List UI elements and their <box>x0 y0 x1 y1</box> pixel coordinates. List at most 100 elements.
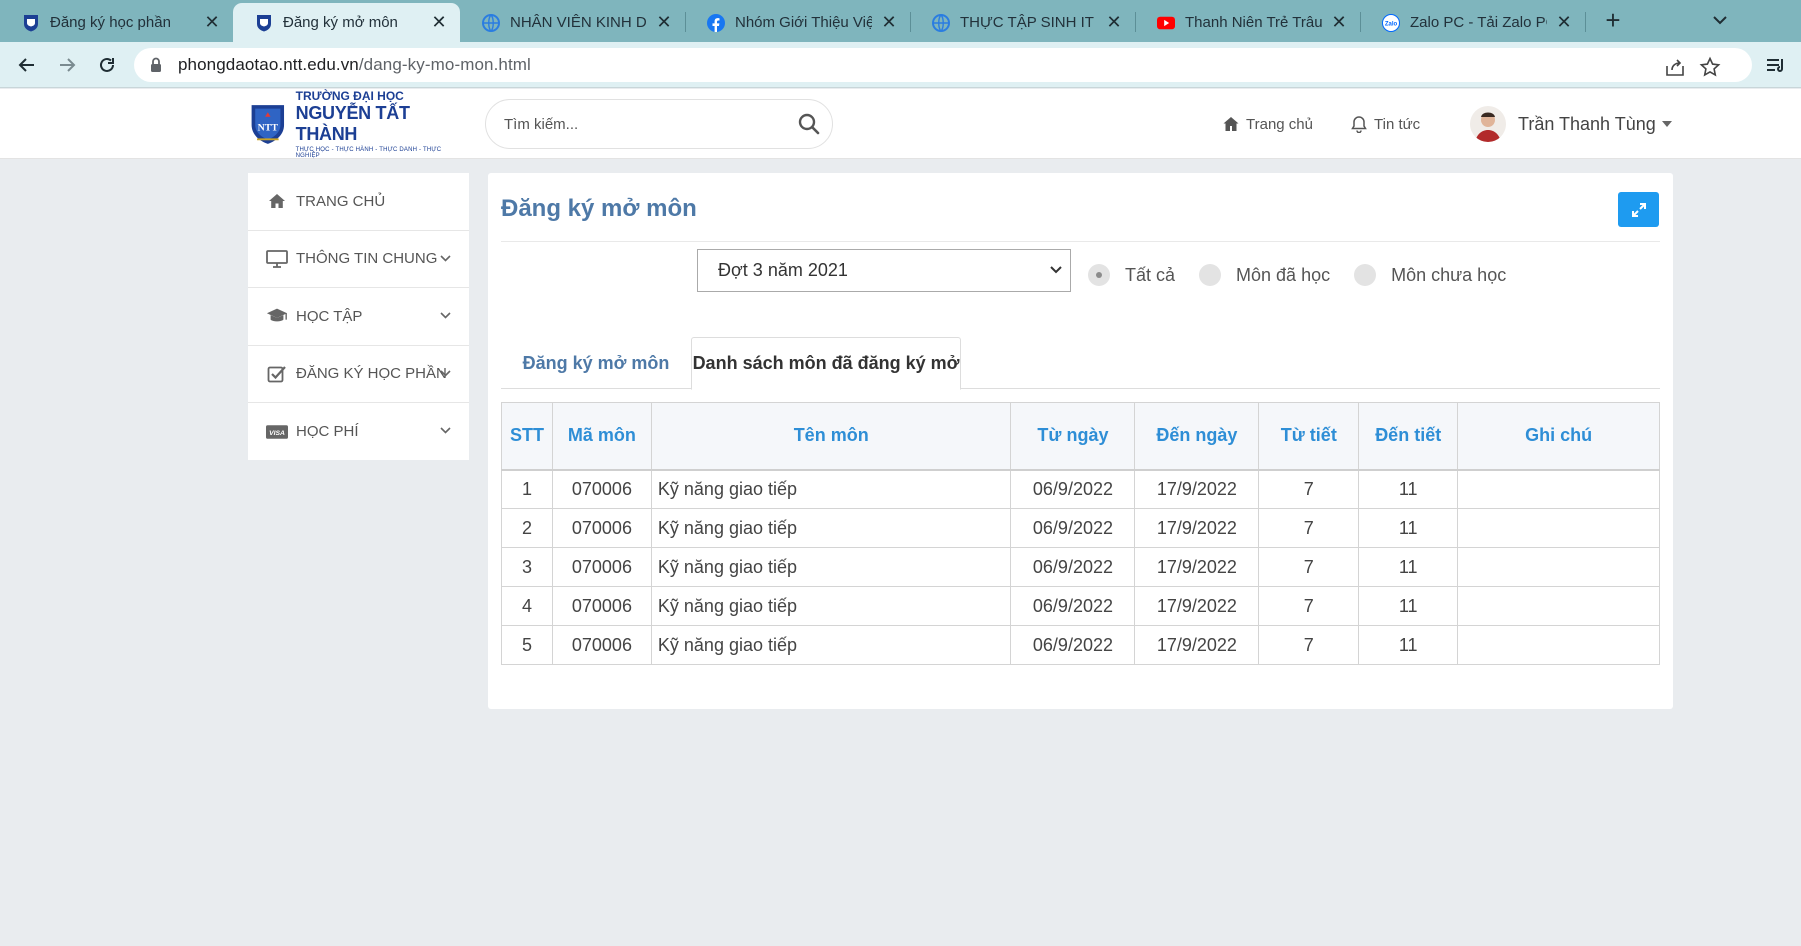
lock-icon[interactable] <box>150 57 164 73</box>
search-icon[interactable] <box>798 113 820 135</box>
chevron-down-icon <box>440 254 451 262</box>
school-crest-icon: NTT <box>251 105 285 144</box>
search-input[interactable] <box>504 115 774 133</box>
youtube-icon <box>1157 14 1175 32</box>
chevron-down-icon <box>440 369 451 377</box>
radio-button[interactable] <box>1354 264 1377 286</box>
radio-all[interactable]: Tất cả <box>1088 264 1175 286</box>
fullscreen-button[interactable] <box>1618 192 1659 227</box>
close-icon[interactable]: ✕ <box>1105 12 1123 33</box>
browser-tab-1[interactable]: Đăng ký mở môn ✕ <box>233 3 460 42</box>
browser-tab-5[interactable]: Thanh Niên Trẻ Trâu L ✕ <box>1135 3 1360 42</box>
globe-icon <box>932 13 950 32</box>
tab-search-chevron-icon[interactable] <box>1708 8 1732 32</box>
tab-dang-ky-mo-mon[interactable]: Đăng ký mở môn <box>501 337 691 389</box>
cell-stt: 3 <box>501 547 553 587</box>
close-icon[interactable]: ✕ <box>203 12 221 33</box>
nav-news-label: Tin tức <box>1374 115 1421 133</box>
sidebar-item-trang-chu[interactable]: TRANG CHỦ <box>248 173 469 231</box>
sidebar-item-dang-ky-hoc-phan[interactable]: ĐĂNG KÝ HỌC PHẦN <box>248 346 469 403</box>
tab-title: Đăng ký học phần <box>50 14 171 31</box>
browser-tab-4[interactable]: THỰC TẬP SINH IT - C ✕ <box>910 3 1135 42</box>
tab-separator <box>685 12 686 32</box>
cell-ma-mon: 070006 <box>551 547 652 587</box>
sidebar-item-hoc-phi[interactable]: VISA HỌC PHÍ <box>248 403 469 461</box>
svg-text:NTT: NTT <box>258 122 279 133</box>
search-box <box>485 99 833 149</box>
browser-tab-0[interactable]: Đăng ký học phần ✕ <box>0 3 233 42</box>
browser-tab-3[interactable]: Nhóm Giới Thiệu Việc ✕ <box>685 3 910 42</box>
zalo-icon: Zalo <box>1382 13 1400 32</box>
semester-select[interactable]: Đợt 3 năm 2021 <box>697 249 1071 292</box>
svg-text:VISA: VISA <box>269 430 285 437</box>
nav-news-link[interactable]: Tin tức <box>1350 112 1420 136</box>
avatar[interactable] <box>1470 106 1506 142</box>
close-icon[interactable]: ✕ <box>655 12 673 33</box>
cell-den-tiet: 11 <box>1358 625 1459 665</box>
share-icon[interactable] <box>1664 56 1686 78</box>
cell-ten-mon: Kỹ năng giao tiếp <box>650 508 1012 548</box>
chevron-down-icon <box>440 427 451 434</box>
radio-button[interactable] <box>1088 264 1110 286</box>
address-bar[interactable]: phongdaotao.ntt.edu.vn/dang-ky-mo-mon.ht… <box>134 48 1752 82</box>
cell-den-ngay: 17/9/2022 <box>1134 508 1260 548</box>
col-header-tu-ngay[interactable]: Từ ngày <box>1010 402 1136 471</box>
sidebar-item-hoc-tap[interactable]: HỌC TẬP <box>248 288 469 346</box>
col-header-ma-mon[interactable]: Mã môn <box>551 402 652 471</box>
col-header-tu-tiet[interactable]: Từ tiết <box>1258 402 1360 471</box>
school-logo[interactable]: NTT TRƯỜNG ĐẠI HỌC NGUYỄN TẤT THÀNH THỰC… <box>248 89 458 159</box>
user-name: Trần Thanh Tùng <box>1518 113 1656 134</box>
new-tab-button[interactable]: + <box>1598 6 1628 36</box>
sidebar-item-label: HỌC PHÍ <box>296 423 359 441</box>
registered-courses-table: STT Mã môn Tên môn Từ ngày Đến ngày Từ t… <box>501 402 1660 665</box>
tab-title: Thanh Niên Trẻ Trâu L <box>1185 14 1322 31</box>
tab-separator <box>1360 12 1361 32</box>
tab-separator <box>1135 12 1136 32</box>
user-menu[interactable]: Trần Thanh Tùng <box>1470 101 1672 147</box>
col-header-den-ngay[interactable]: Đến ngày <box>1134 402 1260 471</box>
nav-home-link[interactable]: Trang chủ <box>1222 112 1313 136</box>
tab-title: Nhóm Giới Thiệu Việc <box>735 14 872 31</box>
back-button[interactable] <box>13 51 41 79</box>
tab-title: THỰC TẬP SINH IT - C <box>960 14 1097 31</box>
site-header: NTT TRƯỜNG ĐẠI HỌC NGUYỄN TẤT THÀNH THỰC… <box>0 89 1801 159</box>
col-header-den-tiet[interactable]: Đến tiết <box>1358 402 1459 471</box>
bookmark-star-icon[interactable] <box>1699 56 1721 78</box>
close-icon[interactable]: ✕ <box>1555 12 1573 33</box>
browser-tab-6[interactable]: Zalo Zalo PC - Tải Zalo PC ✕ <box>1360 3 1585 42</box>
cell-stt: 1 <box>501 469 553 509</box>
title-divider <box>501 241 1660 242</box>
browser-tab-bar: Đăng ký học phần ✕ Đăng ký mở môn ✕ NHÂN… <box>0 0 1801 42</box>
tab-danh-sach-da-dang-ky[interactable]: Danh sách môn đã đăng ký mở <box>691 337 961 390</box>
cell-ghi-chu <box>1457 547 1660 587</box>
close-icon[interactable]: ✕ <box>1330 12 1348 33</box>
close-icon[interactable]: ✕ <box>430 12 448 33</box>
reload-button[interactable] <box>93 51 121 79</box>
cell-tu-ngay: 06/9/2022 <box>1010 508 1136 548</box>
radio-studied[interactable]: Môn đã học <box>1199 264 1330 286</box>
cell-den-tiet: 11 <box>1358 508 1459 548</box>
browser-tab-2[interactable]: NHÂN VIÊN KINH DO ✕ <box>460 3 685 42</box>
home-icon <box>266 191 288 211</box>
col-header-ten-mon[interactable]: Tên môn <box>650 402 1012 471</box>
forward-button[interactable] <box>53 51 81 79</box>
tab-title: NHÂN VIÊN KINH DO <box>510 14 647 31</box>
radio-not-studied[interactable]: Môn chưa học <box>1354 264 1506 286</box>
checkbox-icon <box>266 364 288 384</box>
graduation-cap-icon <box>266 306 288 326</box>
col-header-ghi-chu[interactable]: Ghi chú <box>1457 402 1660 471</box>
monitor-icon <box>266 249 288 269</box>
table-row: 3 070006 Kỹ năng giao tiếp 06/9/2022 17/… <box>501 547 1660 587</box>
radio-label: Tất cả <box>1125 264 1176 285</box>
table-row: 4 070006 Kỹ năng giao tiếp 06/9/2022 17/… <box>501 586 1660 626</box>
col-header-stt[interactable]: STT <box>501 402 553 471</box>
table-row: 5 070006 Kỹ năng giao tiếp 06/9/2022 17/… <box>501 625 1660 665</box>
sidebar-item-thong-tin-chung[interactable]: THÔNG TIN CHUNG <box>248 231 469 288</box>
sidebar-item-label: TRANG CHỦ <box>296 192 386 210</box>
radio-button[interactable] <box>1199 264 1222 286</box>
reading-list-button[interactable] <box>1762 51 1790 79</box>
radio-label: Môn đã học <box>1236 264 1331 285</box>
close-icon[interactable]: ✕ <box>880 12 898 33</box>
expand-icon <box>1631 202 1646 217</box>
cell-ma-mon: 070006 <box>551 508 652 548</box>
